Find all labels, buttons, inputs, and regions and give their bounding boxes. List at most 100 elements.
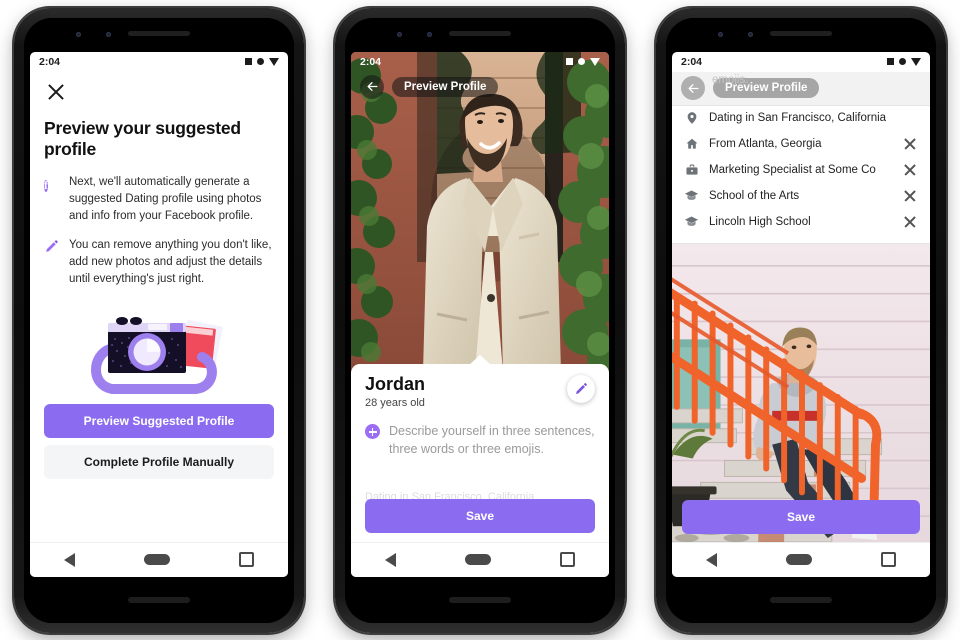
graduation-cap-icon	[684, 188, 699, 203]
android-nav-bar-3	[672, 541, 930, 577]
camera-with-photos-illustration	[84, 309, 234, 404]
edit-profile-button[interactable]	[567, 374, 595, 403]
save-action-area-3: Save	[682, 499, 920, 534]
status-icons-1	[245, 57, 279, 66]
list-item-college[interactable]: School of the Arts	[672, 183, 930, 209]
list-item-label: Dating in San Francisco, California	[709, 112, 887, 124]
nav-recents-icon[interactable]	[238, 552, 254, 567]
close-icon[interactable]	[44, 80, 68, 104]
list-item-highschool[interactable]: Lincoln High School	[672, 209, 930, 235]
header-title-2: Preview Profile	[392, 76, 499, 97]
remove-job-icon[interactable]	[902, 162, 918, 178]
status-icons-2	[566, 57, 600, 66]
profile-name: Jordan	[365, 373, 426, 394]
wifi-circle-icon	[899, 58, 906, 65]
phone-bottom-bezel-1	[24, 576, 294, 623]
list-item-label: From Atlanta, Georgia	[709, 137, 822, 150]
location-pin-icon	[684, 111, 699, 126]
preview-header-overlay-2: Preview Profile	[351, 72, 609, 102]
status-icons-3	[887, 57, 921, 66]
nav-home-icon[interactable]	[143, 554, 170, 565]
nav-back-icon[interactable]	[64, 552, 76, 567]
front-camera-icon	[718, 31, 723, 37]
screenshot-stage: 2:04 Preview your suggested profile f Ne…	[0, 0, 960, 640]
remove-college-icon[interactable]	[902, 188, 918, 204]
bullet-item-edit: You can remove anything you don't like, …	[44, 237, 274, 287]
briefcase-icon	[684, 162, 699, 177]
graduation-cap-icon	[684, 214, 699, 229]
battery-triangle-icon	[911, 57, 921, 66]
status-time-1: 2:04	[39, 55, 61, 68]
nav-home-icon[interactable]	[464, 554, 491, 565]
profile-identity: Jordan 28 years old	[365, 373, 426, 410]
battery-triangle-icon	[590, 57, 600, 66]
facebook-icon: f	[44, 180, 48, 193]
earpiece-speaker-icon	[770, 30, 832, 36]
list-item-hometown[interactable]: From Atlanta, Georgia	[672, 131, 930, 157]
phone-top-bezel-3	[666, 17, 936, 52]
earpiece-speaker-icon	[128, 30, 190, 36]
list-item-label: Lincoln High School	[709, 215, 811, 228]
remove-highschool-icon[interactable]	[902, 214, 918, 230]
android-nav-bar-2	[351, 541, 609, 577]
phone-inner-2: 2:04 Preview Profile Jordan 28 years old…	[345, 17, 615, 623]
profile-name-row: Jordan 28 years old	[365, 373, 595, 410]
ghost-background-text-3: emojis.	[712, 73, 749, 86]
bullet-text-edit: You can remove anything you don't like, …	[69, 239, 272, 285]
screen-onboarding: 2:04 Preview your suggested profile f Ne…	[30, 51, 288, 577]
battery-triangle-icon	[269, 57, 279, 66]
phone-device-onboarding: 2:04 Preview your suggested profile f Ne…	[14, 7, 304, 633]
profile-attributes-list: Dating in San Francisco, California From…	[672, 106, 930, 239]
bullet-item-facebook: f Next, we'll automatically generate a s…	[44, 174, 274, 224]
list-item-label: School of the Arts	[709, 189, 800, 202]
status-time-2: 2:04	[360, 55, 382, 68]
sensor-icon	[106, 31, 111, 37]
phone-device-preview: 2:04 Preview Profile Jordan 28 years old…	[335, 7, 625, 633]
save-action-area: Save	[365, 498, 595, 542]
prompt-placeholder-text: Describe yourself in three sentences, th…	[389, 424, 595, 457]
list-item-job[interactable]: Marketing Specialist at Some Co	[672, 157, 930, 183]
signal-square-icon	[887, 58, 894, 65]
wifi-circle-icon	[257, 58, 264, 65]
complete-profile-manually-button[interactable]: Complete Profile Manually	[44, 445, 274, 480]
onboarding-actions: Preview Suggested Profile Complete Profi…	[44, 404, 274, 489]
bottom-speaker-icon	[449, 596, 511, 603]
screen-edit-details: 2:04 emojis. Preview Profile Dating in S…	[672, 51, 930, 577]
describe-yourself-prompt[interactable]: Describe yourself in three sentences, th…	[365, 422, 595, 458]
plus-icon	[365, 424, 380, 440]
phone-top-bezel-2	[345, 17, 615, 52]
edit-details-body: emojis. Preview Profile Dating in San Fr…	[672, 71, 930, 542]
preview-suggested-profile-button[interactable]: Preview Suggested Profile	[44, 404, 274, 439]
nav-recents-icon[interactable]	[559, 552, 575, 567]
nav-back-icon[interactable]	[385, 552, 397, 567]
list-item-location[interactable]: Dating in San Francisco, California	[672, 106, 930, 131]
earpiece-speaker-icon	[449, 30, 511, 36]
nav-back-icon[interactable]	[706, 552, 718, 567]
back-arrow-icon[interactable]	[681, 76, 705, 100]
screen-preview-profile: 2:04 Preview Profile Jordan 28 years old…	[351, 51, 609, 577]
bottom-speaker-icon	[128, 596, 190, 603]
front-camera-icon	[397, 31, 402, 37]
nav-recents-icon[interactable]	[880, 552, 896, 567]
status-bar-1: 2:04	[30, 52, 288, 72]
profile-card: Jordan 28 years old Describe yourself in…	[351, 354, 609, 542]
bullet-list: f Next, we'll automatically generate a s…	[44, 174, 274, 287]
phone-top-bezel-1	[24, 17, 294, 52]
phone-bottom-bezel-3	[666, 576, 936, 623]
save-button[interactable]: Save	[682, 499, 920, 534]
save-button[interactable]: Save	[365, 498, 595, 533]
phone-device-edit-details: 2:04 emojis. Preview Profile Dating in S…	[656, 7, 946, 633]
onboarding-body: Preview your suggested profile f Next, w…	[30, 71, 288, 542]
page-title: Preview your suggested profile	[44, 117, 241, 160]
status-bar-2: 2:04	[351, 52, 609, 72]
profile-photo-man-on-stairs[interactable]: Save	[672, 242, 930, 542]
android-nav-bar-1	[30, 541, 288, 577]
remove-hometown-icon[interactable]	[902, 136, 918, 152]
signal-square-icon	[566, 58, 573, 65]
pencil-icon	[44, 239, 59, 254]
sensor-icon	[748, 31, 753, 37]
back-arrow-icon[interactable]	[360, 74, 384, 99]
nav-home-icon[interactable]	[785, 554, 812, 565]
preview-profile-body: 2:04 Preview Profile Jordan 28 years old…	[351, 51, 609, 542]
profile-photo-man-in-suit[interactable]: 2:04 Preview Profile	[351, 51, 609, 372]
